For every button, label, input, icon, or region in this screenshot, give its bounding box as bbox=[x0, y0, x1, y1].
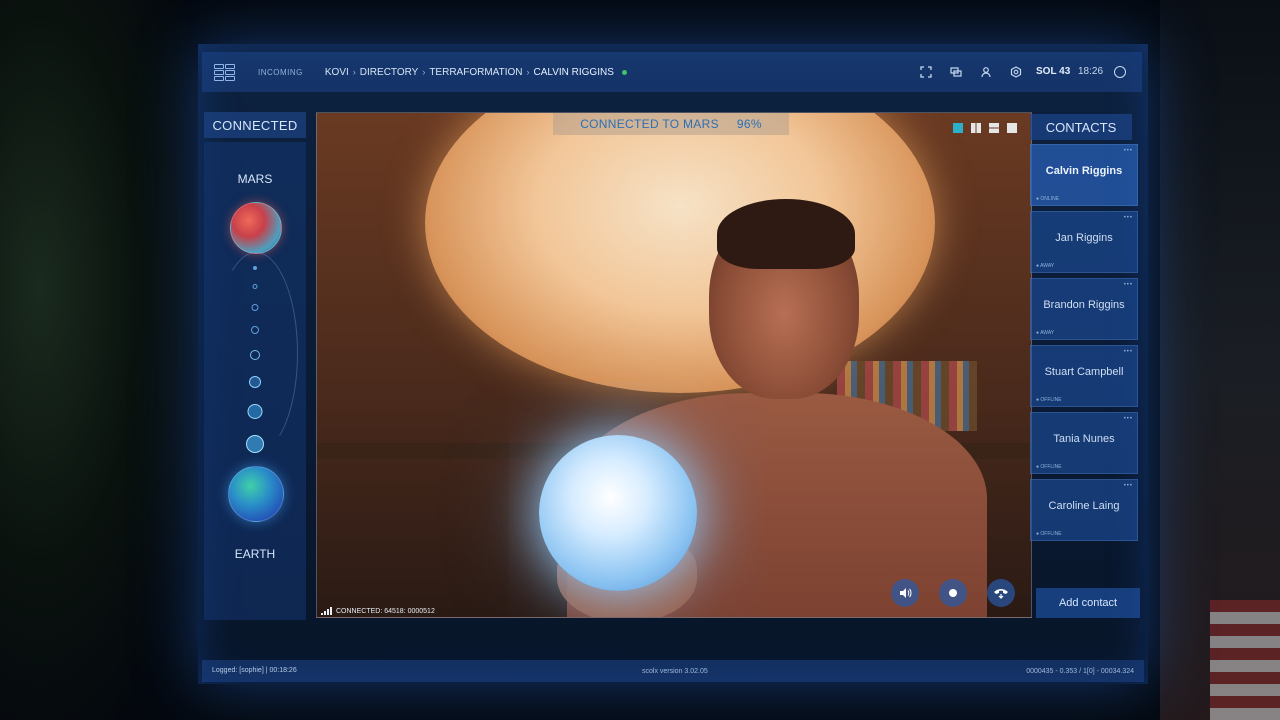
connection-banner-text: CONNECTED TO MARS bbox=[580, 117, 719, 131]
contact-menu-icon[interactable]: ••• bbox=[1124, 416, 1133, 422]
user-icon[interactable] bbox=[978, 64, 994, 80]
speaker-icon bbox=[900, 588, 912, 598]
path-node bbox=[247, 404, 263, 419]
contacts-list: ••• Calvin Riggins ● ONLINE ••• Jan Rigg… bbox=[1030, 144, 1138, 546]
chat-icon[interactable] bbox=[948, 64, 964, 80]
contact-name: Caroline Laing bbox=[1048, 500, 1120, 512]
add-contact-button[interactable]: Add contact bbox=[1036, 588, 1140, 618]
mars-label: MARS bbox=[237, 172, 273, 186]
layout-grid-icon[interactable] bbox=[989, 123, 999, 133]
layout-switcher bbox=[953, 123, 1017, 133]
contact-name: Jan Riggins bbox=[1055, 232, 1113, 244]
caller-hair bbox=[717, 199, 855, 269]
hangup-icon bbox=[994, 589, 1008, 599]
path-node bbox=[253, 266, 257, 270]
contact-name: Tania Nunes bbox=[1053, 433, 1115, 445]
breadcrumb-separator: › bbox=[422, 67, 426, 77]
background-flag bbox=[1210, 600, 1280, 720]
session-code: 0000435 - 0.353 / 1[0] - 00034.324 bbox=[1026, 668, 1134, 675]
contact-status: ● OFFLINE bbox=[1036, 531, 1062, 537]
contact-status: ● AWAY bbox=[1036, 330, 1055, 336]
sol-counter: SOL 43 bbox=[1036, 66, 1071, 77]
hangup-button[interactable] bbox=[987, 579, 1015, 607]
contact-status: ● AWAY bbox=[1036, 263, 1055, 269]
contact-item[interactable]: ••• Brandon Riggins ● AWAY bbox=[1030, 278, 1138, 340]
incoming-label: INCOMING bbox=[258, 67, 303, 77]
contact-item[interactable]: ••• Jan Riggins ● AWAY bbox=[1030, 211, 1138, 273]
breadcrumb-item-kovi[interactable]: KOVI bbox=[325, 67, 349, 78]
top-bar: INCOMING KOVI › DIRECTORY › TERRAFORMATI… bbox=[202, 52, 1142, 92]
path-node bbox=[252, 284, 258, 289]
online-indicator bbox=[621, 69, 627, 75]
speaker-button[interactable] bbox=[891, 579, 919, 607]
connection-info-text: CONNECTED: 64518: 0000512 bbox=[336, 607, 435, 615]
path-node bbox=[250, 350, 260, 360]
call-screen: INCOMING KOVI › DIRECTORY › TERRAFORMATI… bbox=[198, 44, 1148, 684]
breadcrumb: KOVI › DIRECTORY › TERRAFORMATION › CALV… bbox=[325, 67, 627, 78]
breadcrumb-item-directory[interactable]: DIRECTORY bbox=[360, 67, 419, 78]
breadcrumb-item-current: CALVIN RIGGINS bbox=[533, 66, 614, 78]
connection-path-panel: MARS EARTH bbox=[204, 142, 306, 620]
connection-progress: 96% bbox=[736, 117, 762, 131]
contacts-header: CONTACTS bbox=[1030, 114, 1132, 140]
path-node bbox=[246, 435, 264, 453]
contact-item[interactable]: ••• Caroline Laing ● OFFLINE bbox=[1030, 479, 1138, 541]
contact-status: ● OFFLINE bbox=[1036, 397, 1062, 403]
contact-menu-icon[interactable]: ••• bbox=[1124, 148, 1133, 154]
glowing-orb bbox=[539, 435, 697, 591]
background-foliage bbox=[0, 0, 200, 720]
call-controls bbox=[891, 579, 1015, 607]
contact-item[interactable]: ••• Tania Nunes ● OFFLINE bbox=[1030, 412, 1138, 474]
earth-label: EARTH bbox=[234, 547, 276, 561]
contact-name: Calvin Riggins bbox=[1045, 165, 1123, 177]
contact-status: ● ONLINE bbox=[1036, 196, 1060, 202]
fullscreen-icon[interactable] bbox=[918, 64, 934, 80]
contact-status: ● OFFLINE bbox=[1036, 464, 1062, 470]
mars-planet-icon bbox=[230, 202, 282, 254]
contact-name: Stuart Campbell bbox=[1044, 366, 1124, 378]
round-window bbox=[425, 113, 935, 393]
contact-menu-icon[interactable]: ••• bbox=[1124, 282, 1133, 288]
path-node bbox=[249, 376, 261, 388]
settings-icon[interactable] bbox=[1008, 64, 1024, 80]
status-footer: Logged: [sophie] | 00:18:26 scolx versio… bbox=[202, 660, 1144, 682]
video-feed[interactable]: CONNECTED TO MARS 96% CONNECTED: 64518: … bbox=[316, 112, 1032, 618]
layout-quad-icon[interactable] bbox=[1007, 123, 1017, 133]
power-icon[interactable] bbox=[1114, 66, 1126, 78]
breadcrumb-separator: › bbox=[526, 67, 530, 77]
breadcrumb-separator: › bbox=[352, 67, 356, 77]
contact-menu-icon[interactable]: ••• bbox=[1124, 349, 1133, 355]
contact-item[interactable]: ••• Stuart Campbell ● OFFLINE bbox=[1030, 345, 1138, 407]
connection-banner: CONNECTED TO MARS 96% bbox=[553, 113, 789, 135]
contact-menu-icon[interactable]: ••• bbox=[1124, 215, 1133, 221]
breadcrumb-item-terraformation[interactable]: TERRAFORMATION bbox=[429, 67, 522, 78]
clock: 18:26 bbox=[1078, 66, 1104, 77]
version-label: scolx version 3.02.05 bbox=[642, 668, 708, 675]
record-icon bbox=[949, 589, 957, 597]
path-node bbox=[251, 326, 259, 334]
earth-planet-icon bbox=[228, 466, 284, 522]
connection-status-header: CONNECTED bbox=[204, 112, 306, 138]
contact-menu-icon[interactable]: ••• bbox=[1124, 483, 1133, 489]
contact-name: Brandon Riggins bbox=[1043, 299, 1125, 311]
signal-icon bbox=[321, 607, 332, 615]
record-button[interactable] bbox=[939, 579, 967, 607]
menu-icon[interactable] bbox=[214, 64, 236, 81]
path-node bbox=[251, 304, 259, 311]
contact-item[interactable]: ••• Calvin Riggins ● ONLINE bbox=[1030, 144, 1138, 206]
connection-info: CONNECTED: 64518: 0000512 bbox=[321, 607, 435, 615]
layout-single-icon[interactable] bbox=[953, 123, 963, 133]
layout-split-icon[interactable] bbox=[971, 123, 981, 133]
top-icons bbox=[918, 64, 1024, 80]
logged-user-info: Logged: [sophie] | 00:18:26 bbox=[212, 667, 297, 674]
